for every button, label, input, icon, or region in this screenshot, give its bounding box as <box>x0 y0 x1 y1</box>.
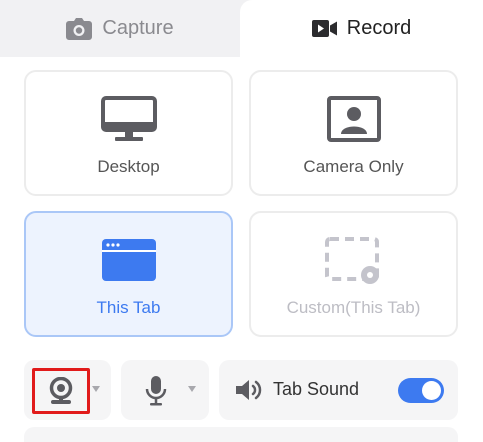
tab-record-label: Record <box>346 17 412 39</box>
microphone-icon <box>145 376 167 406</box>
mode-tabbar: Capture Record <box>0 0 483 57</box>
video-camera-icon <box>311 20 337 37</box>
dashed-region-icon <box>324 237 379 284</box>
microphone-dropdown-caret-icon[interactable] <box>188 386 196 392</box>
mode-this-tab-card[interactable]: This Tab <box>24 211 233 337</box>
portrait-icon <box>326 96 381 142</box>
microphone-control <box>121 360 209 420</box>
webcam-dropdown-caret-icon[interactable] <box>92 386 100 392</box>
toggle-knob <box>422 381 441 400</box>
mode-desktop-card[interactable]: Desktop <box>24 70 233 196</box>
mode-desktop-label: Desktop <box>97 157 160 176</box>
mode-this-tab-label: This Tab <box>96 298 161 317</box>
monitor-icon <box>100 96 157 141</box>
bottom-panel <box>24 427 458 442</box>
camera-icon <box>66 17 93 40</box>
microphone-button[interactable] <box>141 374 171 408</box>
tab-sound-label: Tab Sound <box>273 379 360 399</box>
tab-capture[interactable]: Capture <box>0 0 240 57</box>
webcam-icon <box>49 377 73 404</box>
mode-custom-label: Custom(This Tab) <box>286 298 421 317</box>
webcam-control <box>24 360 111 420</box>
tab-record[interactable]: Record <box>240 0 483 57</box>
mode-camera-only-card[interactable]: Camera Only <box>249 70 458 196</box>
tab-sound-control: Tab Sound <box>219 360 458 420</box>
mode-camera-only-label: Camera Only <box>303 157 404 176</box>
browser-window-icon <box>101 239 156 281</box>
webcam-button[interactable] <box>32 368 90 414</box>
mode-custom-card[interactable]: Custom(This Tab) <box>249 211 458 337</box>
tab-capture-label: Capture <box>102 17 174 39</box>
tab-sound-toggle[interactable] <box>398 378 444 403</box>
speaker-icon <box>236 380 262 400</box>
